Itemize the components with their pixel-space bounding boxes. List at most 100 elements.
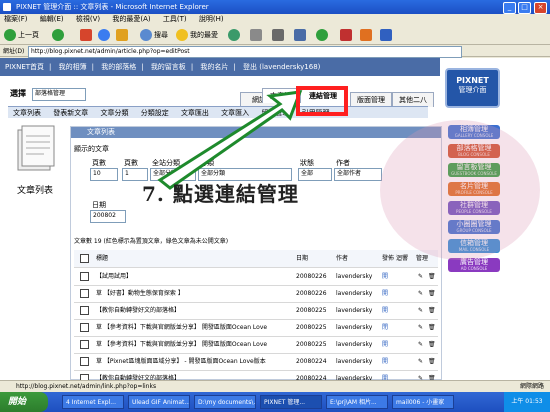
menu-help[interactable]: 說明(H) — [199, 15, 224, 23]
task-paint[interactable]: mail006 - 小畫家 — [392, 395, 454, 409]
delete-icon[interactable]: 🗑 — [428, 353, 436, 370]
nav-my-album[interactable]: 我的相簿 — [59, 63, 87, 71]
nav-my-guestbook[interactable]: 我的留言板 — [151, 63, 186, 71]
edit-icon[interactable]: ✎ — [418, 319, 423, 336]
menu-file[interactable]: 檔案(F) — [4, 15, 28, 23]
edit-button[interactable] — [294, 28, 308, 42]
nav-logout[interactable]: 登出 (lavendersky168) — [243, 63, 320, 71]
date-select[interactable]: 200802 — [90, 210, 126, 223]
ie-icon — [3, 3, 11, 11]
filter-label: 顯示的文章 — [74, 145, 109, 153]
task-explorer[interactable]: D:\my documents\... — [194, 395, 256, 409]
close-button[interactable]: × — [534, 2, 547, 14]
row-title[interactable]: 草 【好書】動物生態保育探索 】 — [96, 285, 292, 302]
search-button[interactable]: 搜尋 — [140, 28, 168, 42]
edit-icon[interactable]: ✎ — [418, 302, 423, 319]
history-button[interactable] — [228, 28, 242, 42]
side-ad-console[interactable]: 廣告管理 AD CONSOLE — [448, 258, 500, 272]
delete-icon[interactable]: 🗑 — [428, 302, 436, 319]
row-checkbox[interactable] — [80, 323, 89, 332]
edit-icon[interactable]: ✎ — [418, 336, 423, 353]
row-checkbox[interactable] — [80, 272, 89, 281]
page-select-dropdown[interactable]: 部落格管理 — [32, 88, 86, 101]
row-title[interactable]: 【試用試用】 — [96, 268, 292, 285]
maximize-button[interactable]: □ — [518, 2, 531, 14]
nav-my-blog[interactable]: 我的部落格 — [101, 63, 136, 71]
menu-view[interactable]: 檢視(V) — [76, 15, 100, 23]
ext-button-2[interactable] — [360, 28, 374, 42]
menu-edit[interactable]: 編輯(E) — [40, 15, 64, 23]
favorites-button[interactable]: 我的最愛 — [176, 28, 218, 42]
delete-icon[interactable]: 🗑 — [428, 268, 436, 285]
window-title: PIXNET 管理介面 :: 文章列表 - Microsoft Internet… — [16, 3, 209, 11]
row-title[interactable]: 草 【參考資料】下載與官網版並分享】 開發區版面Ocean Love — [96, 336, 292, 353]
ext-button-1[interactable] — [340, 28, 354, 42]
watermark-stamp — [380, 120, 540, 260]
stop-icon — [80, 29, 92, 41]
subtab-article-list[interactable]: 文章列表 — [13, 109, 41, 117]
back-button[interactable]: 上一頁 — [4, 28, 39, 42]
row-checkbox[interactable] — [80, 340, 89, 349]
address-bar: 網址(D) http://blog.pixnet.net/admin/artic… — [0, 45, 550, 58]
table-row: 草 【參考資料】下載與官網版並分享】 開發區版面Ocean Love 200802… — [74, 319, 438, 337]
subtab-category[interactable]: 文章分類 — [100, 109, 128, 117]
task-photo[interactable]: E:\prj\AM 相片... — [326, 395, 388, 409]
subtab-new-article[interactable]: 發表新文章 — [53, 109, 88, 117]
row-title[interactable]: 【教你自動轉發好文的部落格】 — [96, 302, 292, 319]
task-ie[interactable]: 4 Internet Expl... — [62, 395, 124, 409]
row-date: 20080226 — [296, 273, 327, 280]
menu-favorites[interactable]: 我的最愛(A) — [112, 15, 150, 23]
table-row: 【教你自動轉發好文的部落格】 20080225 lavendersky 開 ✎ 🗑 — [74, 302, 438, 320]
status-url: http://blog.pixnet.net/admin/link.php?op… — [16, 383, 157, 390]
mail-button[interactable] — [250, 28, 264, 42]
home-button[interactable] — [116, 28, 130, 42]
task-pixnet[interactable]: PIXNET 管理... — [260, 395, 322, 409]
edit-icon[interactable]: ✎ — [418, 285, 423, 302]
row-checkbox[interactable] — [80, 306, 89, 315]
nav-pixnet-home[interactable]: PIXNET首頁 — [5, 63, 44, 71]
col-comments: 迴響 — [396, 255, 409, 262]
forward-arrow-icon — [52, 29, 64, 41]
start-button[interactable]: 開始 — [0, 392, 48, 412]
row-checkbox[interactable] — [80, 357, 89, 366]
edit-icon[interactable]: ✎ — [418, 268, 423, 285]
delete-icon[interactable]: 🗑 — [428, 336, 436, 353]
messenger-button[interactable] — [316, 28, 330, 42]
system-clock: 上午 01:53 — [504, 392, 550, 412]
highlight-box — [296, 86, 348, 116]
minimize-button[interactable]: _ — [503, 2, 516, 14]
pixnet-logo: PIXNET 管理介面 — [445, 68, 500, 108]
row-checkbox[interactable] — [80, 289, 89, 298]
stop-button[interactable] — [80, 28, 94, 42]
row-title[interactable]: 草 【參考資料】下載與官網版並分享】 開發區版面Ocean Love — [96, 319, 292, 336]
menu-tools[interactable]: 工具(T) — [163, 15, 187, 23]
task-ulead[interactable]: Ulead GIF Animat... — [128, 395, 190, 409]
delete-icon[interactable]: 🗑 — [428, 285, 436, 302]
browser-toolbar: 上一頁 搜尋 我的最愛 — [0, 25, 550, 45]
left-panel-title: 文章列表 — [16, 186, 53, 196]
tab-other[interactable]: 其他二八 — [392, 92, 434, 107]
edit-icon[interactable]: ✎ — [418, 353, 423, 370]
date-label: 日期 — [92, 201, 106, 209]
history-icon — [228, 29, 240, 41]
mail-icon — [250, 29, 262, 41]
row-date: 20080225 — [296, 324, 327, 331]
status-bar: http://blog.pixnet.net/admin/link.php?op… — [0, 380, 550, 392]
address-input[interactable]: http://blog.pixnet.net/admin/article.php… — [28, 46, 462, 58]
row-author: lavendersky — [336, 358, 373, 365]
extension-icon — [360, 29, 372, 41]
select-all-checkbox[interactable] — [80, 254, 89, 263]
tab-layout-admin[interactable]: 版面管理 — [350, 92, 392, 107]
refresh-button[interactable] — [98, 28, 112, 42]
nav-my-card[interactable]: 我的名片 — [200, 63, 228, 71]
ext-button-3[interactable] — [380, 28, 394, 42]
row-status: 開 — [382, 307, 389, 314]
forward-button[interactable] — [52, 28, 66, 42]
perpage-select[interactable]: 10 — [90, 168, 118, 181]
delete-icon[interactable]: 🗑 — [428, 319, 436, 336]
author-select[interactable]: 全部作者 — [334, 168, 382, 181]
filter-header-page: 頁數 — [124, 159, 138, 167]
print-button[interactable] — [272, 28, 286, 42]
row-title[interactable]: 草 【Pixnet區塊版面區域分享】 - 開發區版面Ocean Love版本 — [96, 353, 292, 370]
page-select-label: 選擇 — [10, 89, 26, 98]
